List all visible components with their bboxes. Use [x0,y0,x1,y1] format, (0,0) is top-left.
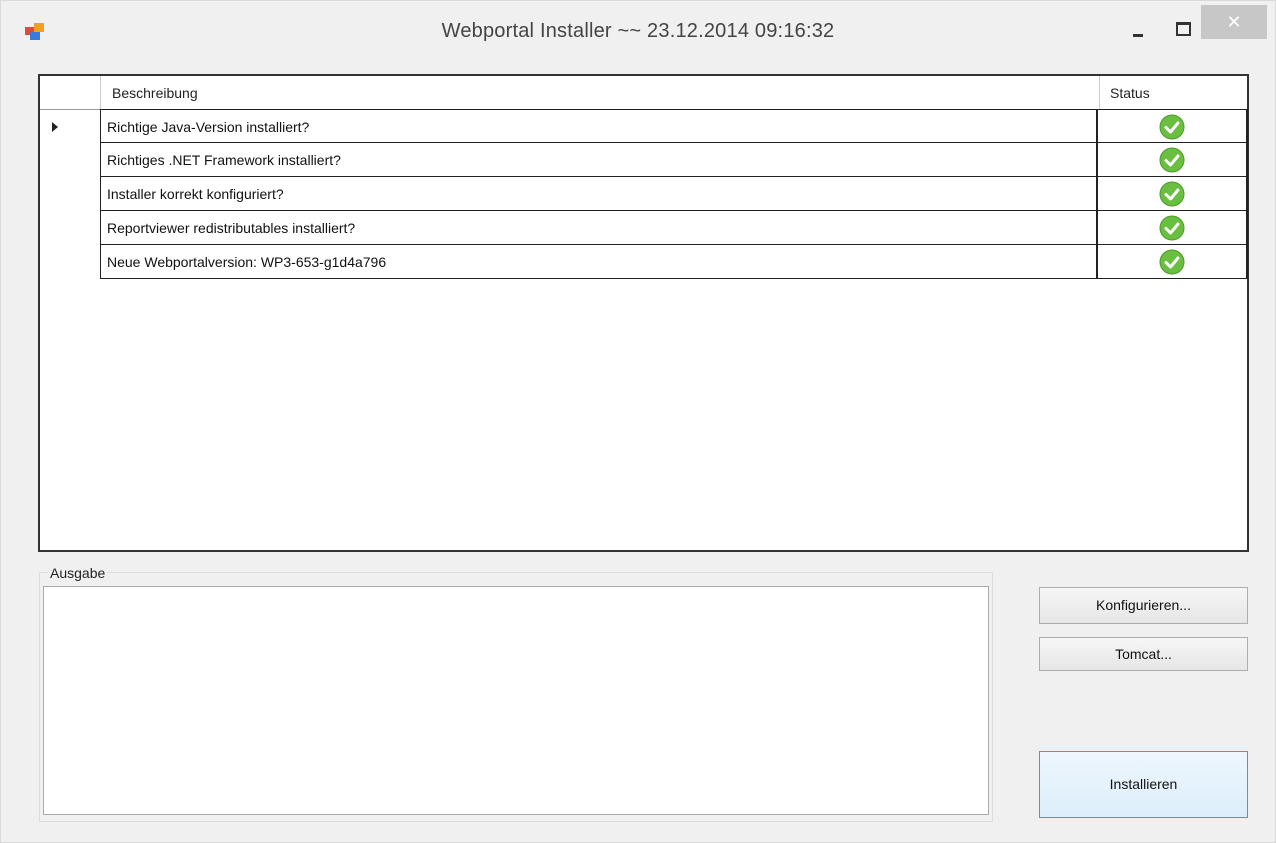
row-selector[interactable] [40,245,101,279]
minimize-icon [1133,34,1143,37]
description-cell[interactable]: Neue Webportalversion: WP3-653-g1d4a796 [100,245,1098,279]
status-cell[interactable] [1098,245,1248,279]
column-header-description[interactable]: Beschreibung [112,85,198,101]
maximize-icon [1176,22,1191,36]
check-icon [1159,215,1185,241]
description-cell[interactable]: Reportviewer redistributables installier… [100,211,1098,245]
status-cell[interactable] [1098,109,1248,143]
table-row[interactable]: Richtige Java-Version installiert? [40,109,1248,143]
configure-button[interactable]: Konfigurieren... [1039,587,1248,624]
status-cell[interactable] [1098,177,1248,211]
description-cell[interactable]: Installer korrekt konfiguriert? [100,177,1098,211]
description-text: Installer korrekt konfiguriert? [107,186,284,202]
output-label: Ausgabe [48,565,108,581]
checks-grid[interactable]: Beschreibung Status Richtige Java-Versio… [38,74,1249,552]
installer-window: Webportal Installer ~~ 23.12.2014 09:16:… [0,0,1276,843]
status-cell[interactable] [1098,211,1248,245]
table-row[interactable]: Installer korrekt konfiguriert? [40,177,1248,211]
description-text: Richtiges .NET Framework installiert? [107,152,341,168]
description-text: Richtige Java-Version installiert? [107,119,310,135]
row-selector[interactable] [40,211,101,245]
table-row[interactable]: Reportviewer redistributables installier… [40,211,1248,245]
row-selector[interactable] [40,109,101,143]
grid-header: Beschreibung Status [40,76,1247,110]
description-cell[interactable]: Richtige Java-Version installiert? [100,109,1098,143]
title-bar[interactable]: Webportal Installer ~~ 23.12.2014 09:16:… [1,1,1275,59]
table-row[interactable]: Neue Webportalversion: WP3-653-g1d4a796 [40,245,1248,279]
current-row-arrow-icon [52,122,58,132]
check-icon [1159,114,1185,140]
window-title: Webportal Installer ~~ 23.12.2014 09:16:… [441,20,835,42]
close-button[interactable]: ✕ [1201,5,1267,39]
maximize-button[interactable] [1167,9,1197,39]
description-text: Reportviewer redistributables installier… [107,220,356,236]
row-selector[interactable] [40,177,101,211]
row-selector[interactable] [40,143,101,177]
grid-rows: Richtige Java-Version installiert? Richt… [40,109,1248,279]
check-icon [1159,181,1185,207]
row-header-corner[interactable] [40,76,101,109]
output-textbox[interactable] [43,586,989,815]
description-cell[interactable]: Richtiges .NET Framework installiert? [100,143,1098,177]
description-text: Neue Webportalversion: WP3-653-g1d4a796 [107,254,387,270]
status-cell[interactable] [1098,143,1248,177]
column-header-status-cell[interactable]: Status [1099,76,1250,109]
column-header-status: Status [1110,85,1150,101]
tomcat-button[interactable]: Tomcat... [1039,637,1248,671]
check-icon [1159,249,1185,275]
table-row[interactable]: Richtiges .NET Framework installiert? [40,143,1248,177]
minimize-button[interactable] [1121,9,1155,39]
install-button[interactable]: Installieren [1039,751,1248,818]
check-icon [1159,147,1185,173]
